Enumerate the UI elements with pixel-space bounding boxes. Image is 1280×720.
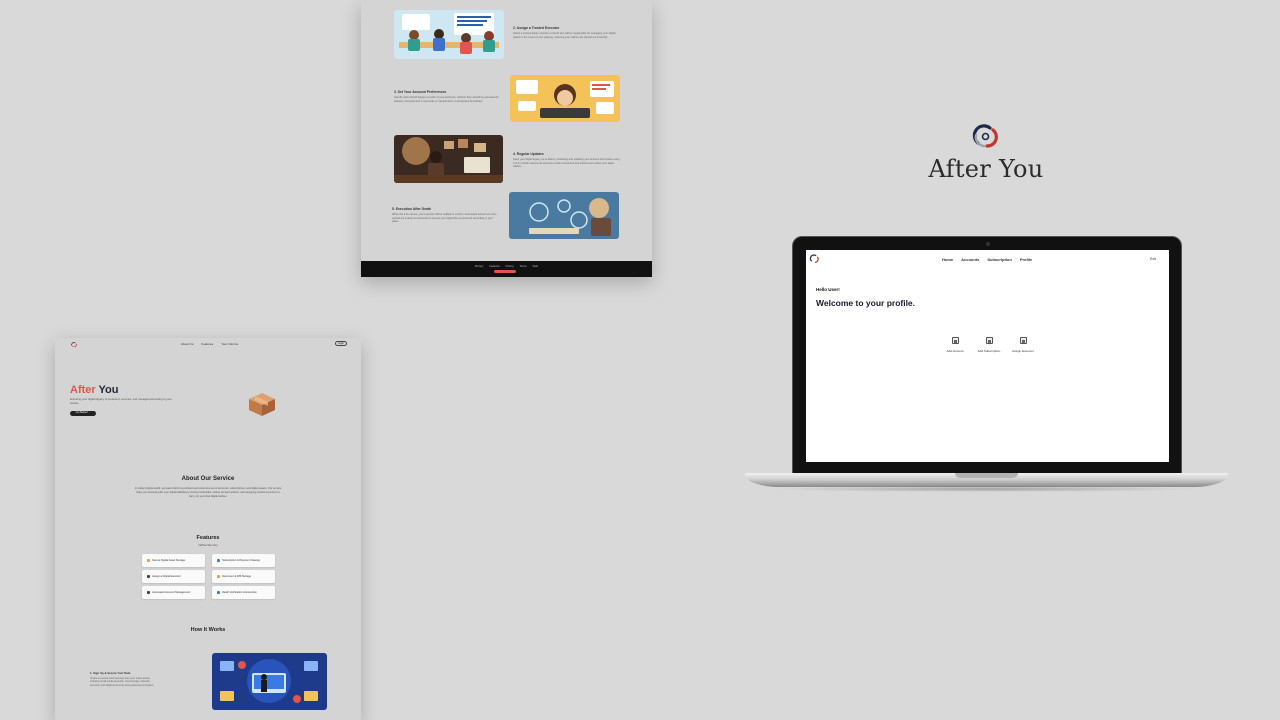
step-3: 3. Set Your Account Preferences Specify … bbox=[394, 90, 499, 103]
footer-link[interactable]: Terms bbox=[520, 265, 527, 268]
profile-actions: Add Account Add Subscription Assign Exec… bbox=[944, 337, 1034, 353]
after-you-brand-logo-icon bbox=[972, 124, 998, 148]
box-icon bbox=[249, 393, 275, 416]
payment-icon bbox=[217, 559, 220, 562]
shield-icon bbox=[217, 591, 220, 594]
about-description: In today's digital world, we leave behin… bbox=[134, 487, 282, 498]
hero-title-rest: You bbox=[98, 384, 119, 396]
feature-card[interactable]: Assign a Digital Executor bbox=[142, 570, 205, 583]
footer-link[interactable]: Pricing bbox=[506, 265, 514, 268]
action-label: Add Account bbox=[946, 349, 964, 353]
account-preferences-illustration bbox=[510, 75, 620, 122]
camera-icon bbox=[986, 242, 990, 246]
how-it-works-title: How It Works bbox=[190, 627, 226, 633]
nav-home[interactable]: Home bbox=[942, 257, 953, 262]
step-title: 2. Assign a Trusted Executor bbox=[513, 26, 560, 30]
footer-link[interactable]: Features bbox=[489, 265, 499, 268]
login-button[interactable]: Login bbox=[335, 341, 347, 346]
step-title: 4. Regular Updates bbox=[513, 152, 544, 156]
hero-title-accent: After bbox=[70, 384, 96, 396]
landing-navbar: About Us Features Your Informs Login bbox=[55, 338, 361, 350]
action-label: Assign Executor bbox=[1012, 349, 1034, 353]
feature-card[interactable]: Subscription & Payment Cleanup bbox=[212, 554, 275, 567]
after-you-logo-icon[interactable] bbox=[809, 253, 820, 264]
step-title: 5. Execution After Death bbox=[392, 207, 432, 211]
step-desc: Specify what should happen to each of yo… bbox=[394, 96, 499, 103]
feature-label: Death Verification & Execution bbox=[222, 591, 257, 594]
gear-icon bbox=[147, 591, 150, 594]
assign-executor-button[interactable]: Assign Executor bbox=[1012, 337, 1034, 353]
add-subscription-icon bbox=[985, 337, 993, 344]
exit-link[interactable]: Exit bbox=[1150, 257, 1156, 261]
step-5: 5. Execution After Death When the time c… bbox=[392, 207, 497, 224]
feature-label: Automated Account Management bbox=[152, 591, 191, 594]
top-page-mockup: 2. Assign a Trusted Executor Select a tr… bbox=[361, 0, 652, 277]
footer-link[interactable]: Start bbox=[533, 265, 538, 268]
trusted-executor-illustration bbox=[394, 10, 504, 59]
footer-links: Privacy Features Pricing Terms Start bbox=[361, 265, 652, 268]
laptop-shadow bbox=[770, 486, 1200, 492]
hero-description: Ensuring your digital legacy is protecte… bbox=[70, 397, 172, 405]
laptop-display: Home Accounts Subscription Profile Exit … bbox=[792, 236, 1182, 474]
nav-link-features[interactable]: Features bbox=[201, 342, 213, 346]
action-label: Add Subscription bbox=[977, 349, 1001, 353]
step-desc: When the time comes, your executor will … bbox=[392, 213, 497, 224]
nav-link-about[interactable]: About Us bbox=[181, 342, 193, 346]
footer-cta-button[interactable] bbox=[494, 270, 516, 273]
hero-title: After You bbox=[70, 384, 119, 396]
add-subscription-button[interactable]: Add Subscription bbox=[978, 337, 1000, 353]
about-title: About Our Service bbox=[181, 476, 235, 482]
step-title: 3. Set Your Account Preferences bbox=[394, 90, 447, 94]
how-it-works-step-desc: Create an account and securely store you… bbox=[90, 677, 154, 687]
profile-screen: Home Accounts Subscription Profile Exit … bbox=[806, 250, 1169, 462]
add-account-icon bbox=[951, 337, 959, 344]
document-icon bbox=[217, 575, 220, 578]
step-4: 4. Regular Updates Keep your digital leg… bbox=[513, 152, 621, 169]
welcome-heading: Welcome to your profile. bbox=[816, 298, 916, 308]
nav-link-informs[interactable]: Your Informs bbox=[221, 342, 238, 346]
vault-icon bbox=[147, 559, 150, 562]
hello-text: Hello User! bbox=[816, 287, 840, 292]
execution-illustration bbox=[509, 192, 619, 239]
assign-executor-icon bbox=[1019, 337, 1027, 344]
executor-icon bbox=[147, 575, 150, 578]
regular-updates-illustration bbox=[394, 135, 503, 183]
after-you-logo-icon[interactable] bbox=[70, 341, 78, 347]
feature-label: Subscription & Payment Cleanup bbox=[222, 559, 261, 562]
how-it-works-step-title: 1. Sign Up & Secure Your Data bbox=[90, 671, 131, 675]
feature-card[interactable]: Automated Account Management bbox=[142, 586, 205, 599]
nav-accounts[interactable]: Accounts bbox=[961, 257, 979, 262]
footer-link[interactable]: Privacy bbox=[475, 265, 484, 268]
features-title: Features bbox=[196, 535, 220, 541]
feature-card[interactable]: Secure Digital Asset Storage bbox=[142, 554, 205, 567]
add-account-button[interactable]: Add Account bbox=[944, 337, 966, 353]
step-desc: Keep your digital legacy up to date by r… bbox=[513, 158, 620, 169]
step-desc: Select a trusted family member or friend… bbox=[513, 32, 616, 39]
landing-page-mockup: About Us Features Your Informs Login Aft… bbox=[55, 338, 361, 720]
laptop-notch bbox=[955, 473, 1018, 478]
feature-grid: Secure Digital Asset Storage Subscriptio… bbox=[142, 554, 275, 599]
top-page-footer: Privacy Features Pricing Terms Start bbox=[361, 261, 652, 277]
feature-label: Document & Will Storage bbox=[222, 575, 251, 578]
get-started-button[interactable]: Get Started → bbox=[70, 411, 96, 416]
feature-card[interactable]: Death Verification & Execution bbox=[212, 586, 275, 599]
step-2: 2. Assign a Trusted Executor Select a tr… bbox=[513, 26, 621, 39]
nav-profile[interactable]: Profile bbox=[1020, 257, 1032, 262]
feature-label: Assign a Digital Executor bbox=[152, 575, 181, 578]
nav-subscription[interactable]: Subscription bbox=[987, 257, 1011, 262]
profile-navbar: Home Accounts Subscription Profile bbox=[942, 257, 1032, 262]
features-subtitle: (What We Do) bbox=[198, 543, 218, 547]
brand-name: After You bbox=[928, 155, 1044, 183]
sign-up-illustration bbox=[212, 653, 327, 710]
feature-card[interactable]: Document & Will Storage bbox=[212, 570, 275, 583]
feature-label: Secure Digital Asset Storage bbox=[152, 559, 186, 562]
landing-nav-links: About Us Features Your Informs bbox=[181, 342, 238, 346]
